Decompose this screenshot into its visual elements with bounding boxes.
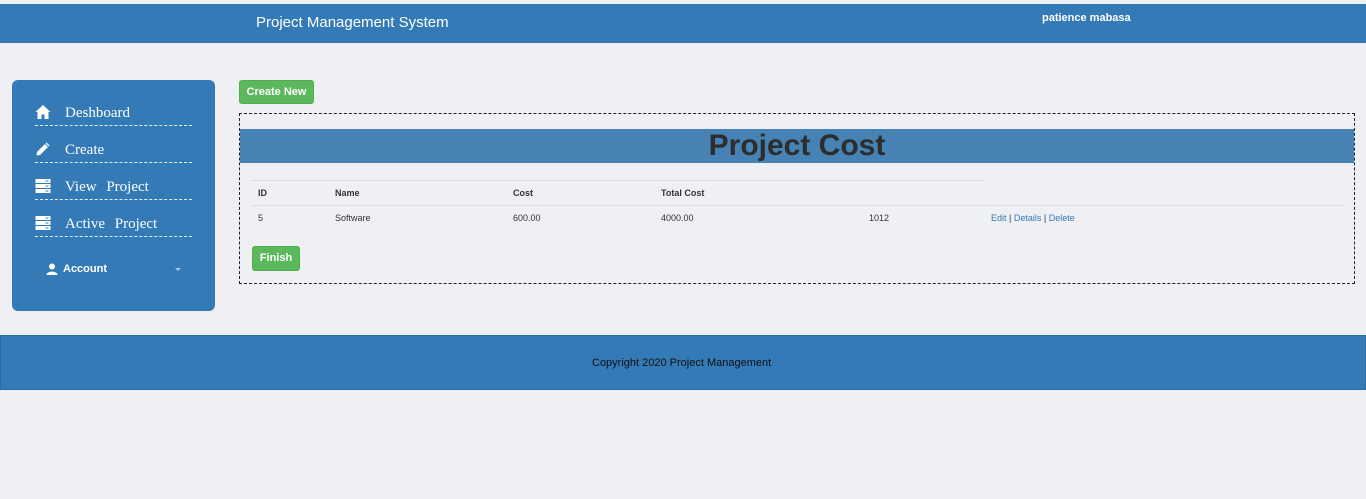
cell-id: 5 [258,213,264,223]
sidebar-item-view-project[interactable]: View Project [35,178,192,200]
finish-button[interactable]: Finish [252,246,300,271]
sidebar-item-active-project[interactable]: Active Project [35,215,192,237]
sidebar: Deshboard Create View Project Active Pro… [12,80,215,311]
delete-link[interactable]: Delete [1049,213,1075,223]
column-header-id: ID [258,188,267,198]
list-icon [35,216,51,230]
details-link[interactable]: Details [1014,213,1042,223]
row-actions: Edit | Details | Delete [991,213,1075,223]
chevron-down-icon [175,268,181,271]
project-cost-panel: Project Cost ID Name Cost Total Cost 5 S… [239,113,1355,284]
sidebar-item-label: Create [65,142,105,158]
column-header-total-cost: Total Cost [661,188,705,198]
cell-cost: 600.00 [513,213,541,223]
footer: Copyright 2020 Project Management [0,335,1366,390]
sidebar-item-dashboard[interactable]: Deshboard [35,104,192,126]
table-row-divider [251,205,1343,206]
cell-total-cost: 4000.00 [661,213,694,223]
create-new-button[interactable]: Create New [239,80,314,104]
edit-link[interactable]: Edit [991,213,1007,223]
pencil-icon [36,142,50,156]
list-icon [35,179,51,193]
cell-extra-value: 1012 [869,213,890,223]
top-navbar: Project Management System patience mabas… [0,4,1366,43]
sidebar-item-label: Deshboard [65,105,130,121]
action-separator: | [1009,213,1012,223]
app-title[interactable]: Project Management System [256,14,449,31]
user-name[interactable]: patience mabasa [1042,12,1131,24]
home-icon [35,105,51,119]
account-label: Account [63,263,107,275]
account-dropdown[interactable]: Account [46,263,186,279]
column-header-name: Name [335,188,360,198]
action-separator: | [1043,213,1047,223]
sidebar-item-label: View Project [65,179,149,195]
page-title: Project Cost [240,129,1354,163]
column-header-cost: Cost [513,188,533,198]
copyright-text: Copyright 2020 Project Management [592,357,772,369]
sidebar-item-label: Active Project [65,216,158,232]
user-icon [46,263,58,275]
sidebar-item-create[interactable]: Create [35,141,192,163]
cell-name: Software [335,213,371,223]
table-header-divider [251,180,985,181]
